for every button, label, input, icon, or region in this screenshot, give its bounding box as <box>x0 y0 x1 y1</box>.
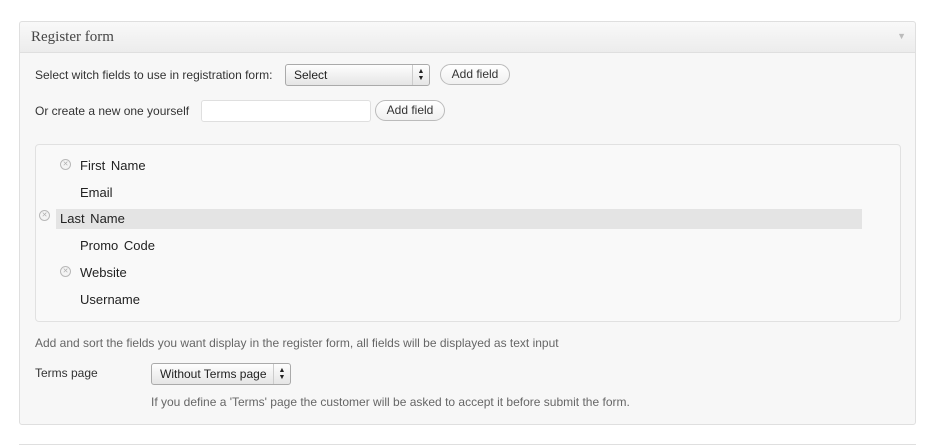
remove-field-icon[interactable]: ✕ <box>60 159 71 170</box>
add-new-field-button[interactable]: Add field <box>375 100 445 121</box>
select-arrows-icon: ▲ ▼ <box>412 65 429 85</box>
remove-field-icon[interactable]: ✕ <box>60 266 71 277</box>
field-select-value: Select <box>294 68 328 82</box>
remove-field-icon[interactable]: ✕ <box>39 210 50 221</box>
field-label: First Name <box>80 158 146 173</box>
terms-select-value: Without Terms page <box>160 367 267 381</box>
select-fields-label: Select witch fields to use in registrati… <box>35 68 273 82</box>
select-arrows-icon: ▲ ▼ <box>273 364 290 384</box>
collapse-toggle-icon[interactable]: ▼ <box>897 31 906 41</box>
terms-page-select[interactable]: Without Terms page ▲ ▼ <box>151 363 291 385</box>
add-selected-field-button[interactable]: Add field <box>440 64 510 85</box>
create-field-label: Or create a new one yourself <box>35 104 190 118</box>
field-label: Username <box>80 292 140 307</box>
terms-page-label: Terms page <box>35 366 98 380</box>
fields-sortable-list: ✕ First Name Email Last Name ✕ Promo Cod… <box>35 144 901 322</box>
field-label: Last Name <box>56 209 862 229</box>
register-form-panel: Register form ▼ Select witch fields to u… <box>19 21 916 425</box>
field-label: Promo Code <box>80 238 155 253</box>
next-panel-edge <box>19 444 916 448</box>
terms-hint: If you define a 'Terms' page the custome… <box>151 395 630 409</box>
panel-header[interactable]: Register form ▼ <box>20 22 915 53</box>
panel-title: Register form <box>31 29 114 45</box>
field-label: Email <box>80 185 113 200</box>
fields-hint: Add and sort the fields you want display… <box>35 336 559 350</box>
field-label: Website <box>80 265 127 280</box>
new-field-input[interactable] <box>201 100 371 122</box>
field-select[interactable]: Select ▲ ▼ <box>285 64 430 86</box>
